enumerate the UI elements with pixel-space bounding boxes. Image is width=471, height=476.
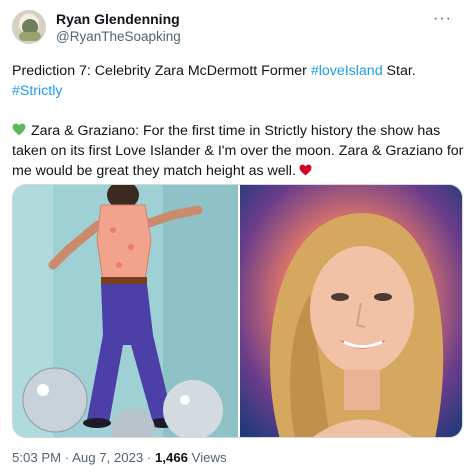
tweet-date[interactable]: Aug 7, 2023 <box>72 450 143 465</box>
tweet-media[interactable] <box>12 184 463 438</box>
smiling-woman-portrait-photo[interactable] <box>240 185 462 437</box>
avatar-figure-base <box>19 32 41 41</box>
portrait-illustration <box>240 185 462 437</box>
tweet-text-segment: Zara & Graziano: For the first time in S… <box>31 123 441 139</box>
hashtag-strictly[interactable]: #Strictly <box>12 83 62 99</box>
tweet-header: Ryan Glendenning @RyanTheSoapking ··· <box>12 10 462 50</box>
tweet-line-3: Zara & Graziano: For the first time in S… <box>12 121 462 141</box>
red-heart-icon <box>299 164 312 176</box>
tweet-time[interactable]: 5:03 PM <box>12 450 61 465</box>
hashtag-loveisland[interactable]: #loveIsland <box>311 63 383 79</box>
author-handle[interactable]: @RyanTheSoapking <box>56 29 181 44</box>
tweet-text-segment: Prediction 7: Celebrity Zara McDermott F… <box>12 63 311 79</box>
tweet-line-5: me would be great they match height as w… <box>12 161 462 181</box>
tweet-text: Prediction 7: Celebrity Zara McDermott F… <box>12 61 464 181</box>
dancer-illustration <box>13 185 238 437</box>
tweet-text-segment: me would be great they match height as w… <box>12 163 296 179</box>
tweet-text-segment: Star. <box>382 63 416 79</box>
views-count[interactable]: 1,466 <box>155 450 188 465</box>
green-heart-icon <box>12 123 26 136</box>
tweet-text-segment: taken on its first Love Islander & I'm o… <box>12 143 464 159</box>
author-display-name[interactable]: Ryan Glendenning <box>56 11 180 27</box>
tweet-line-2: #Strictly <box>12 81 462 101</box>
dancer-with-disco-balls-photo[interactable] <box>13 185 238 437</box>
meta-separator: · <box>61 450 73 465</box>
tweet-line-4: taken on its first Love Islander & I'm o… <box>12 141 464 161</box>
tweet-line-1: Prediction 7: Celebrity Zara McDermott F… <box>12 61 462 81</box>
meta-separator: · <box>143 450 155 465</box>
views-label: Views <box>188 450 227 465</box>
tweet-meta: 5:03 PM · Aug 7, 2023 · 1,466 Views <box>12 450 227 465</box>
ellipsis-icon[interactable]: ··· <box>433 10 452 28</box>
avatar[interactable] <box>12 10 46 44</box>
